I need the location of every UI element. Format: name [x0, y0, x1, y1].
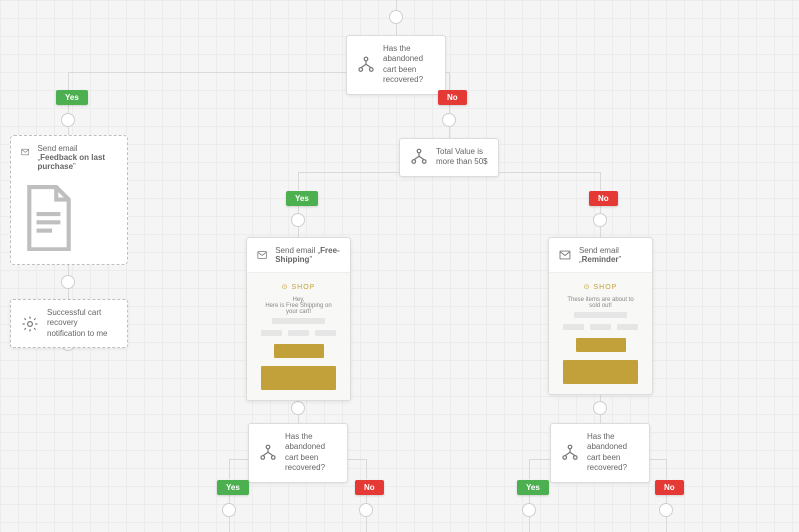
mail-icon — [21, 144, 29, 160]
action-label: Send email „Reminder” — [579, 246, 642, 264]
branch-icon — [410, 148, 428, 166]
email-preview: ⊙ SHOP Hey, Here is Free Shipping on you… — [247, 273, 350, 400]
branch-icon — [561, 444, 579, 462]
preview-logo: ⊙ SHOP — [563, 283, 638, 291]
badge-label: No — [364, 483, 375, 492]
badge-label: No — [664, 483, 675, 492]
add-node-plus[interactable] — [593, 213, 607, 227]
badge-label: Yes — [526, 483, 540, 492]
branch-yes-badge[interactable]: Yes — [217, 480, 249, 495]
badge-label: Yes — [65, 93, 79, 102]
badge-label: Yes — [226, 483, 240, 492]
condition-cart-recovered[interactable]: Has the abandoned cart been recovered? — [346, 35, 446, 95]
action-send-feedback-email[interactable]: Send email „Feedback on last purchase” — [10, 135, 128, 265]
preview-line: Here is Free Shipping on your cart! — [261, 303, 336, 315]
branch-yes-badge[interactable]: Yes — [286, 191, 318, 206]
email-preview: ⊙ SHOP These items are about to sold out… — [549, 273, 652, 394]
preview-cta — [274, 344, 324, 358]
add-node-plus[interactable] — [291, 401, 305, 415]
action-notify-me[interactable]: Successful cart recovery notification to… — [10, 299, 128, 348]
badge-label: No — [598, 194, 609, 203]
branch-no-badge[interactable]: No — [589, 191, 618, 206]
branch-icon — [357, 56, 375, 74]
document-icon — [21, 185, 77, 251]
action-send-free-shipping-email[interactable]: Send email „Free-Shipping” ⊙ SHOP Hey, H… — [246, 237, 351, 401]
action-label: Send email „Free-Shipping” — [275, 246, 340, 264]
action-label: Send email „Feedback on last purchase” — [37, 144, 117, 171]
mail-icon — [559, 247, 571, 263]
add-node-plus[interactable] — [389, 10, 403, 24]
condition-cart-recovered-3[interactable]: Has the abandoned cart been recovered? — [550, 423, 650, 483]
condition-label: Has the abandoned cart been recovered? — [587, 432, 639, 474]
add-node-plus[interactable] — [442, 113, 456, 127]
mail-icon — [257, 247, 267, 263]
preview-line: These items are about to sold out! — [563, 297, 638, 309]
add-node-plus[interactable] — [291, 213, 305, 227]
add-node-plus[interactable] — [222, 503, 236, 517]
add-node-plus[interactable] — [593, 401, 607, 415]
preview-cta — [576, 338, 626, 352]
action-label: Successful cart recovery notification to… — [47, 308, 117, 339]
condition-label: Has the abandoned cart been recovered? — [383, 44, 435, 86]
branch-no-badge[interactable]: No — [655, 480, 684, 495]
branch-yes-badge[interactable]: Yes — [517, 480, 549, 495]
badge-label: No — [447, 93, 458, 102]
branch-icon — [259, 444, 277, 462]
branch-no-badge[interactable]: No — [438, 90, 467, 105]
branch-yes-badge[interactable]: Yes — [56, 90, 88, 105]
add-node-plus[interactable] — [61, 275, 75, 289]
add-node-plus[interactable] — [522, 503, 536, 517]
condition-label: Total Value is more than 50$ — [436, 147, 488, 168]
add-node-plus[interactable] — [61, 113, 75, 127]
action-send-reminder-email[interactable]: Send email „Reminder” ⊙ SHOP These items… — [548, 237, 653, 395]
preview-logo: ⊙ SHOP — [261, 283, 336, 291]
condition-cart-recovered-2[interactable]: Has the abandoned cart been recovered? — [248, 423, 348, 483]
condition-total-value[interactable]: Total Value is more than 50$ — [399, 138, 499, 177]
add-node-plus[interactable] — [659, 503, 673, 517]
branch-no-badge[interactable]: No — [355, 480, 384, 495]
condition-label: Has the abandoned cart been recovered? — [285, 432, 337, 474]
add-node-plus[interactable] — [359, 503, 373, 517]
gear-icon — [21, 315, 39, 333]
badge-label: Yes — [295, 194, 309, 203]
